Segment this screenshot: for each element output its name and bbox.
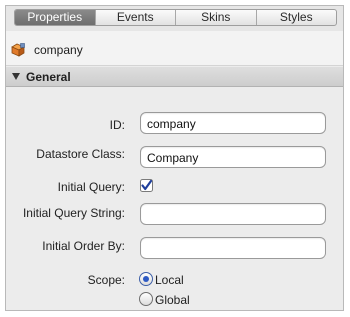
section-general-header[interactable]: General (6, 67, 343, 87)
tab-events[interactable]: Events (94, 10, 176, 25)
properties-panel: Properties Events Skins Styles company G… (5, 5, 344, 311)
tab-bar: Properties Events Skins Styles (6, 6, 343, 31)
scope-global-radio[interactable] (139, 292, 153, 306)
disclosure-triangle-icon[interactable] (12, 73, 20, 80)
initial-query-string-label: Initial Query String: (22, 206, 125, 220)
scope-label: Scope: (87, 273, 125, 287)
tab-skins[interactable]: Skins (175, 10, 256, 25)
initial-query-string-field[interactable] (140, 203, 326, 225)
initial-order-by-label: Initial Order By: (42, 239, 125, 253)
id-field[interactable]: company (140, 112, 326, 134)
datastore-class-field[interactable]: Company (140, 146, 326, 168)
tab-segmented-control: Properties Events Skins Styles (14, 9, 337, 26)
object-name: company (34, 43, 83, 57)
initial-query-checkbox[interactable] (140, 179, 153, 192)
object-header: company (6, 31, 343, 66)
scope-local-label[interactable]: Local (155, 273, 184, 287)
id-label: ID: (109, 118, 125, 132)
radio-selected-dot (143, 276, 149, 282)
initial-query-label: Initial Query: (57, 180, 125, 194)
initial-order-by-field[interactable] (140, 237, 326, 259)
tab-properties[interactable]: Properties (15, 10, 95, 25)
section-title: General (26, 70, 71, 84)
id-value: company (147, 117, 196, 131)
datastore-class-label: Datastore Class: (36, 147, 125, 161)
scope-local-radio[interactable] (139, 272, 153, 286)
datastore-class-value: Company (147, 151, 199, 165)
scope-global-label[interactable]: Global (155, 293, 190, 307)
datasource-cube-icon (11, 43, 25, 57)
tab-styles[interactable]: Styles (255, 10, 337, 25)
